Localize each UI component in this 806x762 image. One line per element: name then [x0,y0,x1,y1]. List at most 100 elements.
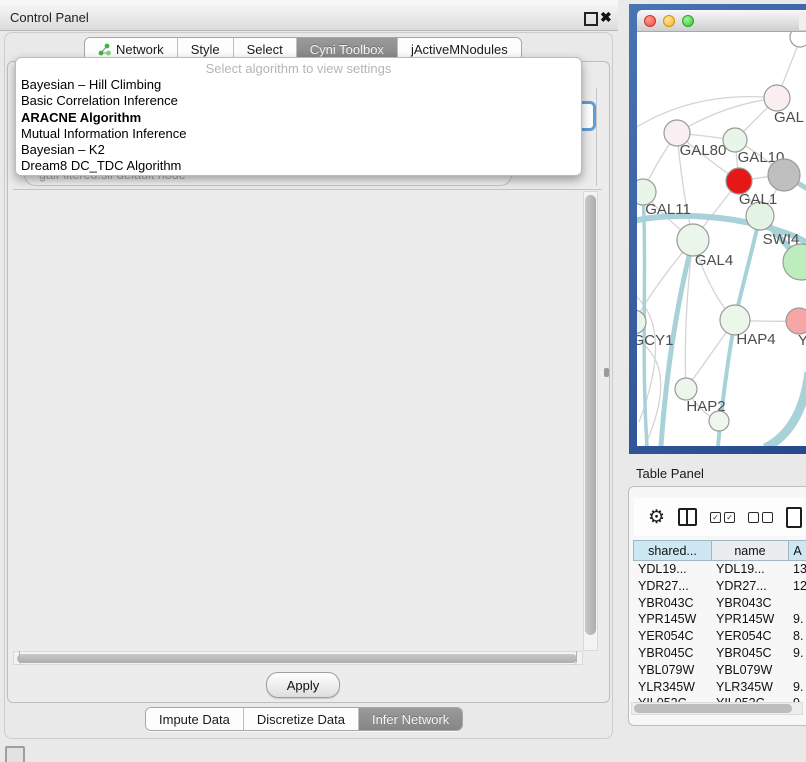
table-row[interactable]: YLR345WYLR345W9. [633,679,806,696]
network-node-bottom-partial[interactable] [709,411,729,431]
node-label-gal11: GAL11 [645,201,691,218]
node-label-pink-top: GAL [774,109,804,126]
column-header-3[interactable]: A [788,540,806,561]
tab-label: Infer Network [372,712,449,727]
table-cell: YIL052C [711,695,788,702]
collapsed-panel-icon[interactable] [5,746,25,762]
column-header-2[interactable]: name [711,540,788,561]
network-window-corner [799,12,806,30]
node-label-gal4: GAL4 [695,252,733,269]
select-all-icon[interactable]: ✓✓ [710,512,735,523]
table-rows[interactable]: YDL19...YDL19...13YDR27...YDR27...12YBR0… [633,561,806,702]
table-cell: YBL079W [711,662,788,679]
algorithm-option[interactable]: Mutual Information Inference [16,126,581,142]
table-cell: YBR045C [633,645,711,662]
table-cell: 9. [788,645,806,662]
close-traffic-light-icon[interactable] [644,15,656,27]
settings-scrollpane [13,191,583,651]
table-row[interactable]: YDL19...YDL19...13 [633,561,806,578]
network-window-titlebar [637,10,806,32]
table-cell: YLR345W [711,679,788,696]
node-label-gcy1: GCY1 [637,332,673,349]
table-cell [788,595,806,612]
tab-label: Impute Data [159,712,230,727]
minimize-traffic-light-icon[interactable] [663,15,675,27]
network-node-salmon-y[interactable] [786,308,806,334]
network-node-hap2[interactable] [675,378,697,400]
tab-label: Cyni Toolbox [310,42,384,57]
panel-title: Control Panel [0,10,89,25]
bottom-tabbar: Impute Data Discretize Data Infer Network [145,707,463,731]
tab-discretize-data[interactable]: Discretize Data [244,708,359,730]
table-row[interactable]: YER054CYER054C8. [633,628,806,645]
table-cell: YIL052C [633,695,711,702]
table-cell: YDL19... [711,561,788,578]
panel-divider-grabber[interactable] [604,368,609,377]
network-icon [98,43,111,56]
apply-button[interactable]: Apply [266,672,340,698]
node-label-gal1: GAL1 [739,191,777,208]
tab-infer-network[interactable]: Infer Network [359,708,462,730]
network-node-top-arc[interactable] [790,32,806,47]
network-node-gray-hub[interactable] [768,159,800,191]
table-cell: YPR145W [711,611,788,628]
table-cell: YPR145W [633,611,711,628]
algorithm-option[interactable]: Bayesian – Hill Climbing [16,77,581,93]
table-cell: YBR043C [711,595,788,612]
table-cell: YLR345W [633,679,711,696]
table-cell: YER054C [711,628,788,645]
table-cell: 9. [788,679,806,696]
network-node-swi4[interactable] [783,244,806,280]
table-toolbar: ⚙ ✓✓ [634,498,806,536]
table-cell: YBL079W [633,662,711,679]
table-cell: YER054C [633,628,711,645]
section-separator [13,189,602,190]
network-edge [765,372,806,446]
tab-label: jActiveMNodules [411,42,508,57]
node-label-gal80: GAL80 [680,142,727,159]
table-cell: YBR045C [711,645,788,662]
table-row[interactable]: YBL079WYBL079W [633,662,806,679]
deselect-all-icon[interactable] [748,512,773,523]
table-panel-title: Table Panel [636,466,704,481]
table-cell: 13 [788,561,806,578]
node-label-swi4: SWI4 [763,231,800,248]
table-row[interactable]: YIL052CYIL052C9. [633,695,806,702]
table-cell: YDR27... [711,578,788,595]
close-icon[interactable]: ✖ [600,8,612,26]
table-header-row[interactable]: shared...nameA [633,540,806,561]
network-canvas[interactable]: GALGAL80GAL10GAL11GAL1SWI4GAL4GCY1HAP4YH… [637,32,806,446]
screen: Control Panel ✖ NetworkStyleSelectCyni T… [0,0,806,762]
table-cell: YBR043C [633,595,711,612]
tab-label: Discretize Data [257,712,345,727]
float-window-icon[interactable] [584,12,598,26]
table-horizontal-scrollbar-thumb[interactable] [634,704,792,713]
algorithm-option[interactable]: Basic Correlation Inference [16,93,581,109]
network-node-pink-top[interactable] [764,85,790,111]
column-browser-icon[interactable] [678,508,697,526]
network-graph: GALGAL80GAL10GAL11GAL1SWI4GAL4GCY1HAP4YH… [637,32,806,446]
algorithm-option[interactable]: Bayesian – K2 [16,142,581,158]
algorithm-option[interactable]: ARACNE Algorithm [16,110,581,126]
table-row[interactable]: YBR045CYBR045C9. [633,645,806,662]
table-row[interactable]: YDR27...YDR27...12 [633,578,806,595]
table-cell: 9. [788,611,806,628]
gear-icon[interactable]: ⚙ [648,508,665,527]
algorithm-placeholder: Select algorithm to view settings [16,58,581,77]
table-cell: YDR27... [633,578,711,595]
tab-label: Network [116,42,164,57]
table-cell: 12 [788,578,806,595]
column-header-1[interactable]: shared... [633,540,711,561]
table-row[interactable]: YPR145WYPR145W9. [633,611,806,628]
table-cell: 9. [788,695,806,702]
hidden-groupbox-edge [596,88,597,186]
table-cell: 8. [788,628,806,645]
node-label-hap4: HAP4 [736,331,775,348]
algorithm-option[interactable]: Dream8 DC_TDC Algorithm [16,158,581,174]
tab-impute-data[interactable]: Impute Data [146,708,244,730]
table-row[interactable]: YBR043CYBR043C [633,595,806,612]
tab-label: Select [247,42,283,57]
settings-vertical-scrollbar-thumb[interactable] [585,195,596,635]
document-icon[interactable] [786,507,802,528]
zoom-traffic-light-icon[interactable] [682,15,694,27]
